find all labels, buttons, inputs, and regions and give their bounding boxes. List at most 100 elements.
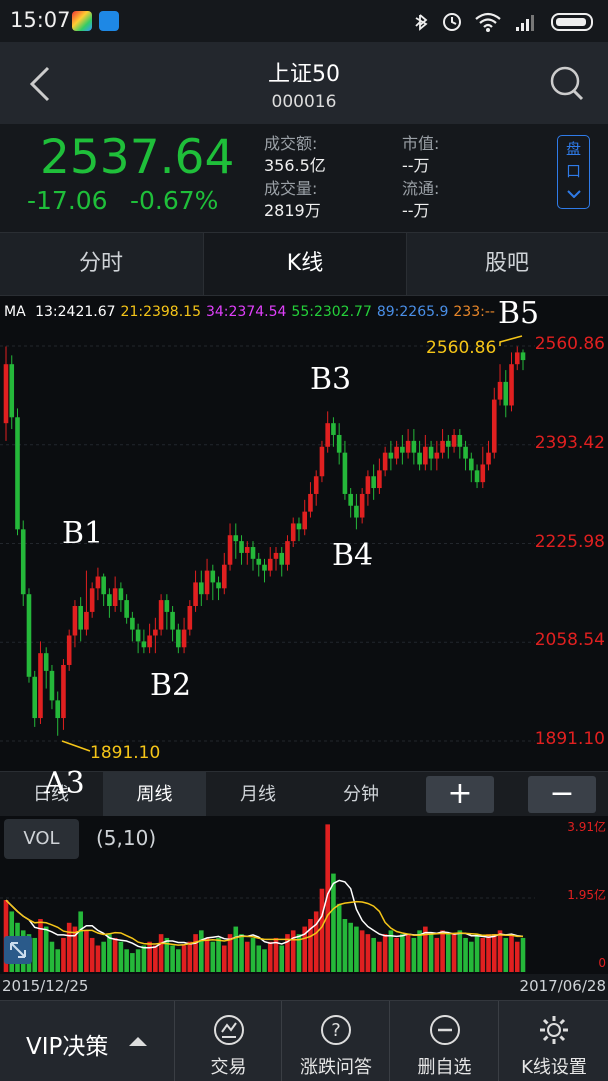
volume-bar <box>520 937 526 972</box>
candle <box>141 629 147 654</box>
volume-bar <box>313 911 319 972</box>
volume-chart[interactable]: VOL (5,10) 3.91亿 1.95亿 0 <box>0 816 608 974</box>
candle <box>55 691 60 736</box>
volume-bar <box>428 934 434 972</box>
volume-bar <box>135 949 141 972</box>
remove-watchlist-icon <box>430 1015 460 1045</box>
tab-intraday[interactable]: 分时 <box>0 233 202 295</box>
trade-button[interactable]: 交易 <box>174 1001 282 1081</box>
remove-watchlist-label: 删自选 <box>417 1057 472 1078</box>
view-tabs: 分时 K线 股吧 <box>0 232 608 296</box>
candle <box>469 452 474 483</box>
candle <box>153 617 158 654</box>
volume-bar <box>319 888 325 972</box>
candle <box>290 517 296 548</box>
candle <box>158 594 164 636</box>
zoom-out-button[interactable]: − <box>528 776 596 813</box>
volume-bar <box>43 926 49 972</box>
volume-bar <box>66 922 72 972</box>
zoom-in-button[interactable]: + <box>426 776 494 813</box>
volume-bar <box>451 934 457 972</box>
candle <box>72 600 78 648</box>
page-title: 上证50 <box>268 62 340 87</box>
candle <box>20 520 26 607</box>
candle <box>313 470 319 506</box>
triangle-up-icon <box>129 1037 147 1046</box>
low-marker-line <box>61 740 91 752</box>
volume-bar <box>158 934 164 972</box>
volume-bar <box>417 930 422 972</box>
candle <box>204 558 210 601</box>
candle <box>244 541 250 565</box>
candle <box>15 408 20 536</box>
candle <box>474 464 480 489</box>
tab-forum[interactable]: 股吧 <box>406 233 608 295</box>
candle <box>296 517 302 542</box>
end-date: 2017/06/28 <box>519 977 606 995</box>
candle <box>509 352 514 412</box>
qa-button[interactable]: ? 涨跌问答 <box>281 1001 390 1081</box>
period-monthly[interactable]: 月线 <box>207 772 309 817</box>
y-tick-label: 2393.42 <box>534 432 605 453</box>
volume-indicator-button[interactable]: VOL <box>4 819 79 859</box>
market-cap-value: --万 <box>402 156 430 175</box>
period-bar: 日线 周线 月线 分钟 + − A3 <box>0 766 608 817</box>
candle <box>331 417 336 447</box>
volume-bar <box>187 941 193 972</box>
volume-bar <box>49 941 55 972</box>
order-book-button[interactable]: 盘 口 <box>557 135 590 209</box>
volume-bar <box>61 937 66 972</box>
volume-bar <box>244 941 250 972</box>
volume-bar <box>153 945 158 972</box>
candle <box>480 446 486 489</box>
volume-bar <box>514 941 520 972</box>
remove-watchlist-button[interactable]: 删自选 <box>389 1001 499 1081</box>
kline-settings-button[interactable]: K线设置 <box>498 1001 608 1081</box>
candle <box>365 470 371 506</box>
volume-bar <box>463 937 468 972</box>
kline-chart[interactable]: MA 13:2421.67 21:2398.15 34:2374.54 55:2302… <box>0 296 608 771</box>
start-date: 2015/12/25 <box>2 977 89 995</box>
volume-bar <box>359 930 365 972</box>
vip-label: VIP决策 <box>26 1034 109 1060</box>
candle <box>187 600 193 636</box>
tab-kline[interactable]: K线 <box>203 233 407 295</box>
volume-bar <box>382 934 388 972</box>
high-marker-label: 2560.86 <box>426 338 497 358</box>
period-minute[interactable]: 分钟 <box>310 772 412 817</box>
volume-bar <box>130 953 135 972</box>
volume-bar <box>474 934 480 972</box>
candle <box>199 570 204 607</box>
candle <box>371 464 376 500</box>
period-weekly[interactable]: 周线 <box>103 772 206 817</box>
volume-bar <box>491 934 497 972</box>
volume-bar <box>342 919 348 972</box>
vip-decision-button[interactable]: VIP决策 <box>0 1001 174 1081</box>
volume-params: (5,10) <box>96 826 157 850</box>
annotation-b5: B5 <box>498 296 540 331</box>
volume-bar <box>365 934 371 972</box>
candle <box>405 429 411 459</box>
volume-bar <box>486 934 491 972</box>
annotation-a3: A3 <box>44 766 85 801</box>
candle <box>451 429 457 453</box>
candle <box>221 552 227 595</box>
question-icon: ? <box>321 1015 351 1045</box>
candle <box>210 564 216 601</box>
candle <box>423 434 428 471</box>
search-icon[interactable] <box>548 64 586 104</box>
volume-bar <box>440 930 445 972</box>
candle <box>26 588 32 683</box>
volume-bar <box>78 911 83 972</box>
volume-plot <box>0 824 535 972</box>
candle <box>428 440 434 471</box>
annotation-b3: B3 <box>310 362 352 397</box>
candle <box>256 552 262 577</box>
candle <box>434 440 440 471</box>
volume-bar <box>457 930 463 972</box>
volume-bar <box>400 934 405 972</box>
expand-icon[interactable] <box>4 936 32 964</box>
y-tick-label: 2225.98 <box>534 531 605 552</box>
candle <box>193 570 198 612</box>
candle <box>308 482 313 518</box>
